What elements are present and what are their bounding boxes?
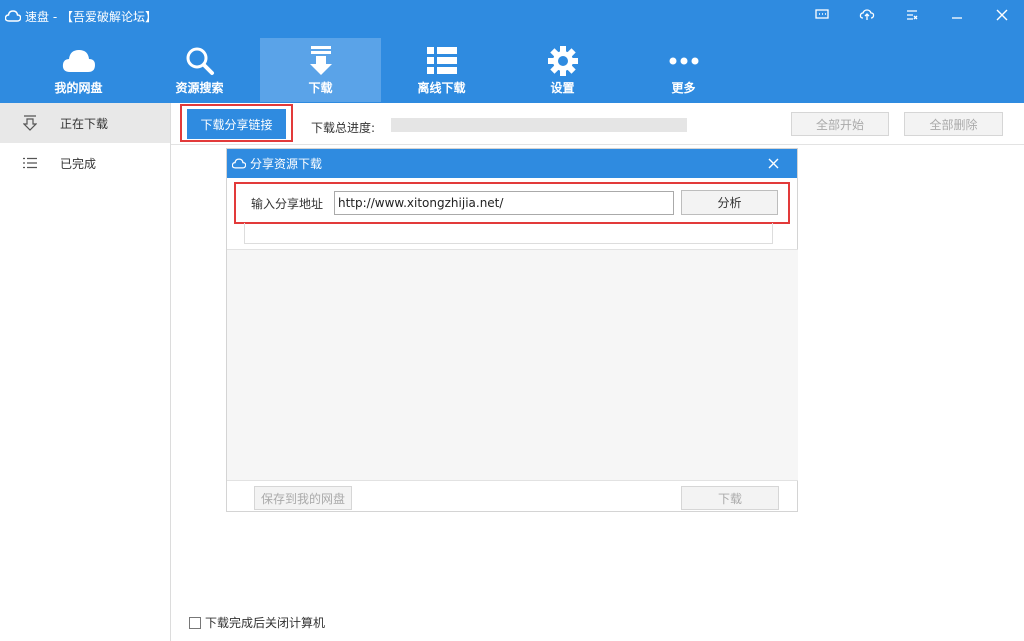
nav-label: 下载 xyxy=(308,81,333,95)
download-arrow-icon xyxy=(0,115,60,131)
dialog-close-button[interactable] xyxy=(767,155,783,171)
sidebar-item-label: 已完成 xyxy=(60,156,97,171)
sidebar: 正在下载 已完成 xyxy=(0,103,171,641)
menu-button[interactable] xyxy=(889,0,934,30)
list-icon xyxy=(0,157,60,169)
close-button[interactable] xyxy=(979,0,1024,30)
shutdown-checkbox[interactable] xyxy=(189,616,201,629)
file-list-area[interactable] xyxy=(227,249,798,481)
sidebar-item-downloading[interactable]: 正在下载 xyxy=(0,103,170,143)
dialog-title-bar: 分享资源下载 xyxy=(227,149,797,178)
more-icon xyxy=(669,57,698,65)
nav-download[interactable]: 下载 xyxy=(260,38,381,102)
gear-icon xyxy=(547,46,578,76)
close-icon xyxy=(996,9,1007,21)
menu-icon xyxy=(906,10,917,20)
minimize-icon xyxy=(951,17,962,19)
minimize-button[interactable] xyxy=(934,0,979,30)
nav-resource-search[interactable]: 资源搜索 xyxy=(139,38,260,102)
window-controls xyxy=(799,0,1024,30)
upload-cloud-button[interactable] xyxy=(844,0,889,30)
window-title: 速盘 - 【吾爱破解论坛】 xyxy=(5,6,157,26)
download-toolbar: 下载分享链接 下载总进度: 全部开始 全部删除 xyxy=(171,103,1024,145)
nav-settings[interactable]: 设置 xyxy=(502,38,623,102)
nav-offline-download[interactable]: 离线下载 xyxy=(381,38,502,102)
nav-label: 更多 xyxy=(671,81,696,95)
nav-my-disk[interactable]: 我的网盘 xyxy=(18,38,139,102)
download-share-link-button[interactable]: 下载分享链接 xyxy=(187,109,286,139)
start-all-button[interactable]: 全部开始 xyxy=(791,112,889,136)
top-bar: 速盘 - 【吾爱破解论坛】 我的网盘 资源搜索 下载 离线下载 设置 更多 xyxy=(0,0,1024,103)
total-progress-bar xyxy=(391,118,687,132)
total-progress-label: 下载总进度: xyxy=(311,121,376,135)
sidebar-item-completed[interactable]: 已完成 xyxy=(0,143,170,183)
cloud-icon xyxy=(232,158,246,169)
dialog-title: 分享资源下载 xyxy=(250,157,323,171)
nav-label: 离线下载 xyxy=(417,81,466,95)
nav-label: 我的网盘 xyxy=(54,81,103,95)
save-to-disk-button[interactable]: 保存到我的网盘 xyxy=(254,486,352,510)
message-icon xyxy=(814,9,829,19)
nav-label: 设置 xyxy=(550,81,575,95)
share-url-input[interactable] xyxy=(334,191,674,215)
dialog-download-button[interactable]: 下载 xyxy=(681,486,779,510)
list-icon xyxy=(426,47,457,74)
search-icon xyxy=(186,47,214,75)
nav-label: 资源搜索 xyxy=(175,81,224,95)
delete-all-button[interactable]: 全部删除 xyxy=(904,112,1003,136)
shutdown-option[interactable]: 下载完成后关闭计算机 xyxy=(189,614,325,631)
cloud-icon xyxy=(62,50,95,72)
download-icon xyxy=(309,46,332,75)
shutdown-option-label: 下载完成后关闭计算机 xyxy=(205,616,326,630)
app-window: 速盘 - 【吾爱破解论坛】 我的网盘 资源搜索 下载 离线下载 设置 更多 正在… xyxy=(0,0,1024,641)
app-cloud-icon xyxy=(5,10,21,22)
parse-result-area xyxy=(244,223,773,244)
main-nav: 我的网盘 资源搜索 下载 离线下载 设置 更多 xyxy=(18,38,744,102)
close-icon xyxy=(768,158,778,168)
nav-more[interactable]: 更多 xyxy=(623,38,744,102)
feedback-button[interactable] xyxy=(799,0,844,30)
cloud-upload-icon xyxy=(859,9,874,20)
sidebar-item-label: 正在下载 xyxy=(60,116,109,131)
share-download-dialog: 分享资源下载 输入分享地址 分析 保存到我的网盘 下载 xyxy=(226,148,798,512)
analyze-button[interactable]: 分析 xyxy=(681,190,778,215)
share-url-label: 输入分享地址 xyxy=(251,197,324,211)
window-title-text: 速盘 - 【吾爱破解论坛】 xyxy=(25,9,157,24)
